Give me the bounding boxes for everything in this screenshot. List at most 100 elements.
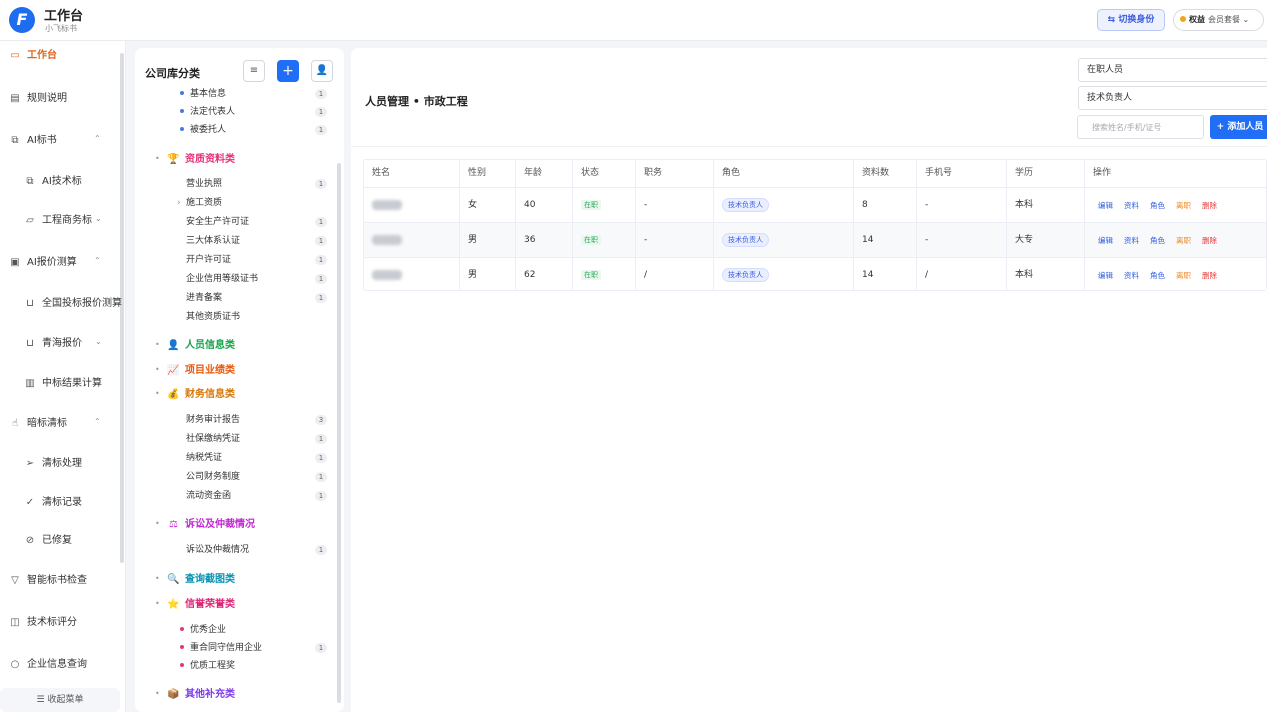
calc-icon: ▥ — [25, 378, 35, 389]
sidebar-item-ai-bid[interactable]: ⧉ AI标书 ⌃ — [0, 126, 120, 156]
tree-item-audit[interactable]: 财务审计报告 3 — [135, 412, 335, 428]
sidebar-item-dark-bid[interactable]: ☝ 暗标清标 ⌃ — [0, 409, 120, 439]
check-list-icon: ✓ — [25, 497, 35, 508]
docs-link[interactable]: 资料 — [1124, 201, 1139, 210]
box-icon: 📦 — [167, 689, 180, 700]
delete-link[interactable]: 删除 — [1202, 271, 1217, 280]
sidebar-item-qinghai-quote[interactable]: ⊔ 青海报价 ⌄ — [0, 329, 120, 359]
sidebar-item-ai-tech[interactable]: ⧉ AI技术标 — [0, 167, 120, 197]
role-badge: 技术负责人 — [722, 198, 769, 212]
edit-link[interactable]: 编辑 — [1098, 236, 1113, 245]
screen-icon: ▣ — [10, 257, 20, 268]
tree-item-other-cert[interactable]: 其他资质证书 — [135, 309, 335, 325]
tree-item-legal-rep[interactable]: 法定代表人 1 — [135, 104, 335, 120]
category-litigation[interactable]: • ⚖ 诉讼及仲裁情况 — [135, 516, 335, 534]
sidebar-item-workbench[interactable]: ▭ 工作台 — [0, 41, 120, 71]
role-filter-select[interactable]: 技术负责人 — [1078, 86, 1267, 110]
sidebar-item-clean-process[interactable]: ➢ 清标处理 — [0, 449, 120, 479]
category-other[interactable]: • 📦 其他补充类 — [135, 686, 335, 704]
person-icon: 👤 — [315, 65, 329, 76]
tree-item-contract-credit[interactable]: 重合同守信用企业 1 — [135, 640, 335, 656]
search-input[interactable] — [1077, 115, 1204, 139]
sidebar-item-commerce[interactable]: ▱ 工程商务标 ⌄ — [0, 206, 120, 236]
table-row: 男 36 在职 - 技术负责人 14 - 大专 编辑 资料 角色 离职 删除 — [364, 223, 1266, 258]
tree-item-account[interactable]: 开户许可证 1 — [135, 252, 335, 268]
sidebar-item-result-calc[interactable]: ▥ 中标结果计算 — [0, 369, 120, 399]
chevron-down-icon: ⌄ — [1242, 15, 1250, 24]
filter-icon: ▽ — [11, 575, 19, 586]
collapse-menu-button[interactable]: ☰ 收起菜单 — [0, 688, 120, 712]
personnel-table: 姓名 性别 年龄 状态 职务 角色 资料数 手机号 学历 操作 女 40 在职 … — [363, 159, 1267, 291]
resign-link[interactable]: 离职 — [1176, 201, 1191, 210]
menu-icon: ☰ — [36, 695, 48, 705]
role-link[interactable]: 角色 — [1150, 236, 1165, 245]
status-badge: 在职 — [581, 200, 601, 210]
chevron-up-icon: ⌃ — [94, 256, 101, 265]
delete-link[interactable]: 删除 — [1202, 236, 1217, 245]
tree-item-tax[interactable]: 纳税凭证 1 — [135, 450, 335, 466]
scales-icon: ⚖ — [169, 519, 178, 530]
resign-link[interactable]: 离职 — [1176, 236, 1191, 245]
tree-item-litigation[interactable]: 诉讼及仲裁情况 1 — [135, 542, 335, 558]
name-cell-redacted — [364, 223, 460, 257]
tree-item-three-system[interactable]: 三大体系认证 1 — [135, 233, 335, 249]
status-filter-select[interactable]: 在职人员 — [1078, 58, 1267, 82]
tree-item-safety[interactable]: 安全生产许可证 1 — [135, 214, 335, 230]
docs-link[interactable]: 资料 — [1124, 236, 1139, 245]
delete-link[interactable]: 删除 — [1202, 201, 1217, 210]
tree-item-basic-info[interactable]: 基本信息 1 — [135, 86, 335, 102]
sidebar-item-smart-check[interactable]: ▽ 智能标书检查 — [0, 566, 120, 596]
add-person-button[interactable]: + 添加人员 — [1210, 115, 1267, 139]
chart-icon: 📈 — [167, 365, 180, 376]
expand-arrow-icon: • — [155, 154, 160, 163]
switch-identity-button[interactable]: ⇆ 切换身份 — [1097, 9, 1165, 31]
role-link[interactable]: 角色 — [1150, 201, 1165, 210]
sidebar-item-tech-score[interactable]: ◫ 技术标评分 — [0, 608, 120, 638]
search-icon: ○ — [10, 659, 20, 670]
category-qualification[interactable]: • 🏆 资质资料类 — [135, 151, 335, 169]
sidebar-item-clean-record[interactable]: ✓ 清标记录 — [0, 488, 120, 518]
resign-link[interactable]: 离职 — [1176, 271, 1191, 280]
tree-item-excellent[interactable]: 优秀企业 — [135, 622, 335, 638]
tree-item-trustee[interactable]: 被委托人 1 — [135, 122, 335, 138]
role-link[interactable]: 角色 — [1150, 271, 1165, 280]
sidebar-item-national-quote[interactable]: ⊔ 全国投标报价测算 — [0, 289, 122, 319]
name-cell-redacted — [364, 188, 460, 222]
person-filter-button[interactable]: 👤 — [311, 60, 333, 82]
sidebar-item-rules[interactable]: ▤ 规则说明 — [0, 84, 120, 114]
sidebar-item-company-query[interactable]: ○ 企业信息查询 — [0, 650, 120, 680]
chevron-down-icon: ⌄ — [95, 337, 102, 346]
docs-link[interactable]: 资料 — [1124, 271, 1139, 280]
tree-item-license[interactable]: 营业执照 1 — [135, 176, 335, 192]
category-finance[interactable]: • 💰 财务信息类 — [135, 386, 335, 404]
category-performance[interactable]: • 📈 项目业绩类 — [135, 362, 335, 380]
app-logo-icon: F — [9, 7, 35, 33]
tree-item-finance-rule[interactable]: 公司财务制度 1 — [135, 469, 335, 485]
tree-item-construction[interactable]: › 施工资质 — [135, 195, 335, 211]
rights-dot-icon — [1180, 16, 1186, 22]
tree-item-qinghai-record[interactable]: 进青备案 1 — [135, 290, 335, 306]
tree-item-credit[interactable]: 企业信用等级证书 1 — [135, 271, 335, 287]
edit-link[interactable]: 编辑 — [1098, 271, 1113, 280]
sidebar-item-ai-quote[interactable]: ▣ AI报价测算 ⌃ — [0, 248, 120, 278]
edit-link[interactable]: 编辑 — [1098, 201, 1113, 210]
membership-dropdown[interactable]: 权益 会员套餐 ⌄ — [1173, 9, 1264, 31]
name-cell-redacted — [364, 258, 460, 290]
category-personnel[interactable]: • 👤 人员信息类 — [135, 337, 335, 355]
add-category-button[interactable]: + — [277, 60, 299, 82]
folder-icon: ▱ — [26, 215, 34, 226]
app-title: 工作台 — [44, 9, 84, 24]
list-icon: ≡ — [249, 65, 259, 76]
monitor-icon: ▭ — [10, 50, 20, 61]
list-toggle-button[interactable]: ≡ — [243, 60, 265, 82]
tree-item-quality-award[interactable]: 优质工程奖 — [135, 658, 335, 674]
sidebar-item-fixed[interactable]: ⊘ 已修复 — [0, 526, 120, 556]
tree-item-social[interactable]: 社保缴纳凭证 1 — [135, 431, 335, 447]
role-badge: 技术负责人 — [722, 233, 769, 247]
cup-icon: ◫ — [10, 617, 20, 628]
category-honor[interactable]: • ⭐ 信誉荣誉类 — [135, 596, 335, 614]
category-scrollbar[interactable] — [337, 163, 341, 703]
category-screenshot[interactable]: • 🔍 查询截图类 — [135, 571, 335, 589]
chevron-up-icon: ⌃ — [94, 134, 101, 143]
tree-item-liquidity[interactable]: 流动资金函 1 — [135, 488, 335, 504]
